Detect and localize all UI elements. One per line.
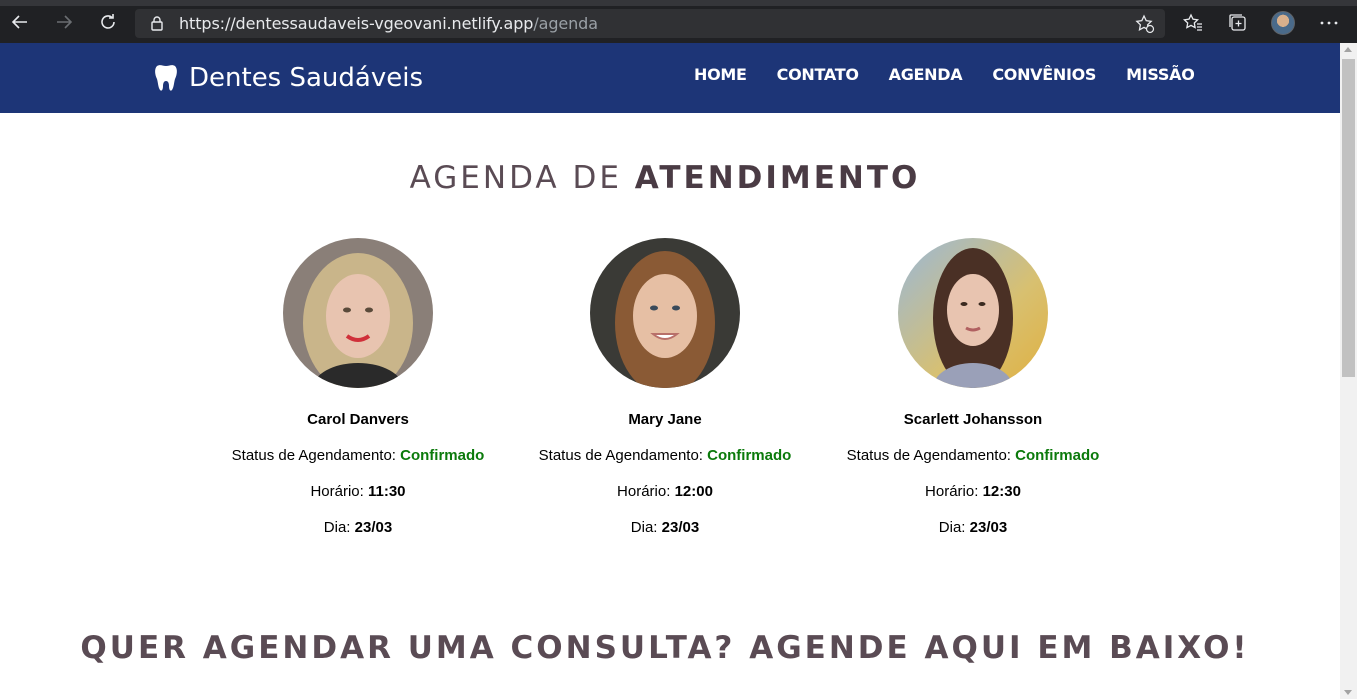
booking-cta-heading: QUER AGENDAR UMA CONSULTA? AGENDE AQUI E… bbox=[80, 630, 1250, 666]
brand-logo[interactable]: Dentes Saudáveis bbox=[153, 63, 423, 93]
favorites-icon[interactable] bbox=[1182, 12, 1204, 34]
nav-convenios[interactable]: CONVÊNIOS bbox=[992, 65, 1096, 84]
time-line: Horário: 12:30 bbox=[823, 483, 1123, 500]
back-arrow-icon bbox=[11, 15, 27, 29]
url-host: https://dentessaudaveis-vgeovani.netlify… bbox=[179, 14, 534, 33]
nav-missao[interactable]: MISSÃO bbox=[1126, 65, 1195, 84]
scrollbar-thumb[interactable] bbox=[1342, 59, 1355, 377]
nav-contato[interactable]: CONTATO bbox=[777, 65, 859, 84]
status-line: Status de Agendamento: Confirmado bbox=[208, 447, 508, 464]
brand-name: Dentes Saudáveis bbox=[189, 63, 423, 93]
day-line: Dia: 23/03 bbox=[208, 519, 508, 536]
reload-button[interactable] bbox=[96, 10, 120, 34]
status-badge: Confirmado bbox=[707, 447, 792, 464]
day-value: 23/03 bbox=[354, 519, 393, 536]
day-value: 23/03 bbox=[969, 519, 1008, 536]
profile-avatar[interactable] bbox=[1271, 11, 1295, 35]
add-favorite-icon[interactable] bbox=[1135, 14, 1155, 34]
patient-name: Scarlett Johansson bbox=[903, 411, 1043, 428]
back-button[interactable] bbox=[8, 10, 32, 34]
status-badge: Confirmado bbox=[1015, 447, 1100, 464]
title-light: AGENDA DE bbox=[409, 160, 635, 196]
main-nav: HOME CONTATO AGENDA CONVÊNIOS MISSÃO bbox=[694, 65, 1225, 84]
patient-card: Carol Danvers Status de Agendamento: Con… bbox=[208, 238, 508, 536]
time-value: 12:00 bbox=[674, 483, 713, 500]
time-value: 11:30 bbox=[367, 483, 406, 500]
collections-icon[interactable] bbox=[1227, 12, 1249, 34]
tooth-icon bbox=[155, 65, 177, 91]
avatar bbox=[898, 238, 1048, 388]
time-label: Horário: bbox=[617, 483, 675, 500]
day-label: Dia: bbox=[630, 519, 662, 536]
patient-name: Carol Danvers bbox=[307, 411, 409, 428]
day-label: Dia: bbox=[323, 519, 355, 536]
day-line: Dia: 23/03 bbox=[515, 519, 815, 536]
nav-home[interactable]: HOME bbox=[694, 65, 747, 84]
time-line: Horário: 12:00 bbox=[515, 483, 815, 500]
url-path: /agenda bbox=[533, 14, 598, 33]
page-title: AGENDA DE ATENDIMENTO bbox=[0, 160, 1330, 196]
patient-card: Mary Jane Status de Agendamento: Confirm… bbox=[515, 238, 815, 536]
status-line: Status de Agendamento: Confirmado bbox=[515, 447, 815, 464]
status-badge: Confirmado bbox=[400, 447, 485, 464]
status-line: Status de Agendamento: Confirmado bbox=[823, 447, 1123, 464]
browser-toolbar: https://dentessaudaveis-vgeovani.netlify… bbox=[0, 0, 1357, 43]
reload-icon bbox=[101, 14, 115, 29]
title-bold: ATENDIMENTO bbox=[634, 160, 921, 196]
day-value: 23/03 bbox=[661, 519, 700, 536]
day-line: Dia: 23/03 bbox=[823, 519, 1123, 536]
forward-button[interactable] bbox=[52, 10, 76, 34]
address-bar[interactable]: https://dentessaudaveis-vgeovani.netlify… bbox=[135, 9, 1165, 38]
status-label: Status de Agendamento: bbox=[538, 447, 708, 464]
day-label: Dia: bbox=[938, 519, 970, 536]
nav-agenda[interactable]: AGENDA bbox=[889, 65, 963, 84]
site-header: Dentes Saudáveis HOME CONTATO AGENDA CON… bbox=[0, 43, 1340, 113]
avatar bbox=[590, 238, 740, 388]
status-label: Status de Agendamento: bbox=[846, 447, 1016, 464]
time-value: 12:30 bbox=[982, 483, 1021, 500]
scroll-down-icon[interactable] bbox=[1344, 690, 1352, 695]
status-label: Status de Agendamento: bbox=[231, 447, 401, 464]
forward-arrow-icon bbox=[57, 15, 73, 29]
more-menu-icon[interactable] bbox=[1318, 12, 1340, 34]
lock-icon bbox=[151, 16, 163, 31]
time-label: Horário: bbox=[310, 483, 368, 500]
time-line: Horário: 11:30 bbox=[208, 483, 508, 500]
tab-strip bbox=[0, 0, 1357, 6]
scroll-up-icon[interactable] bbox=[1344, 47, 1352, 52]
url-text: https://dentessaudaveis-vgeovani.netlify… bbox=[179, 14, 598, 33]
avatar bbox=[283, 238, 433, 388]
time-label: Horário: bbox=[925, 483, 983, 500]
patient-name: Mary Jane bbox=[628, 411, 702, 428]
page-scrollbar[interactable] bbox=[1340, 43, 1357, 699]
patient-card: Scarlett Johansson Status de Agendamento… bbox=[823, 238, 1123, 536]
